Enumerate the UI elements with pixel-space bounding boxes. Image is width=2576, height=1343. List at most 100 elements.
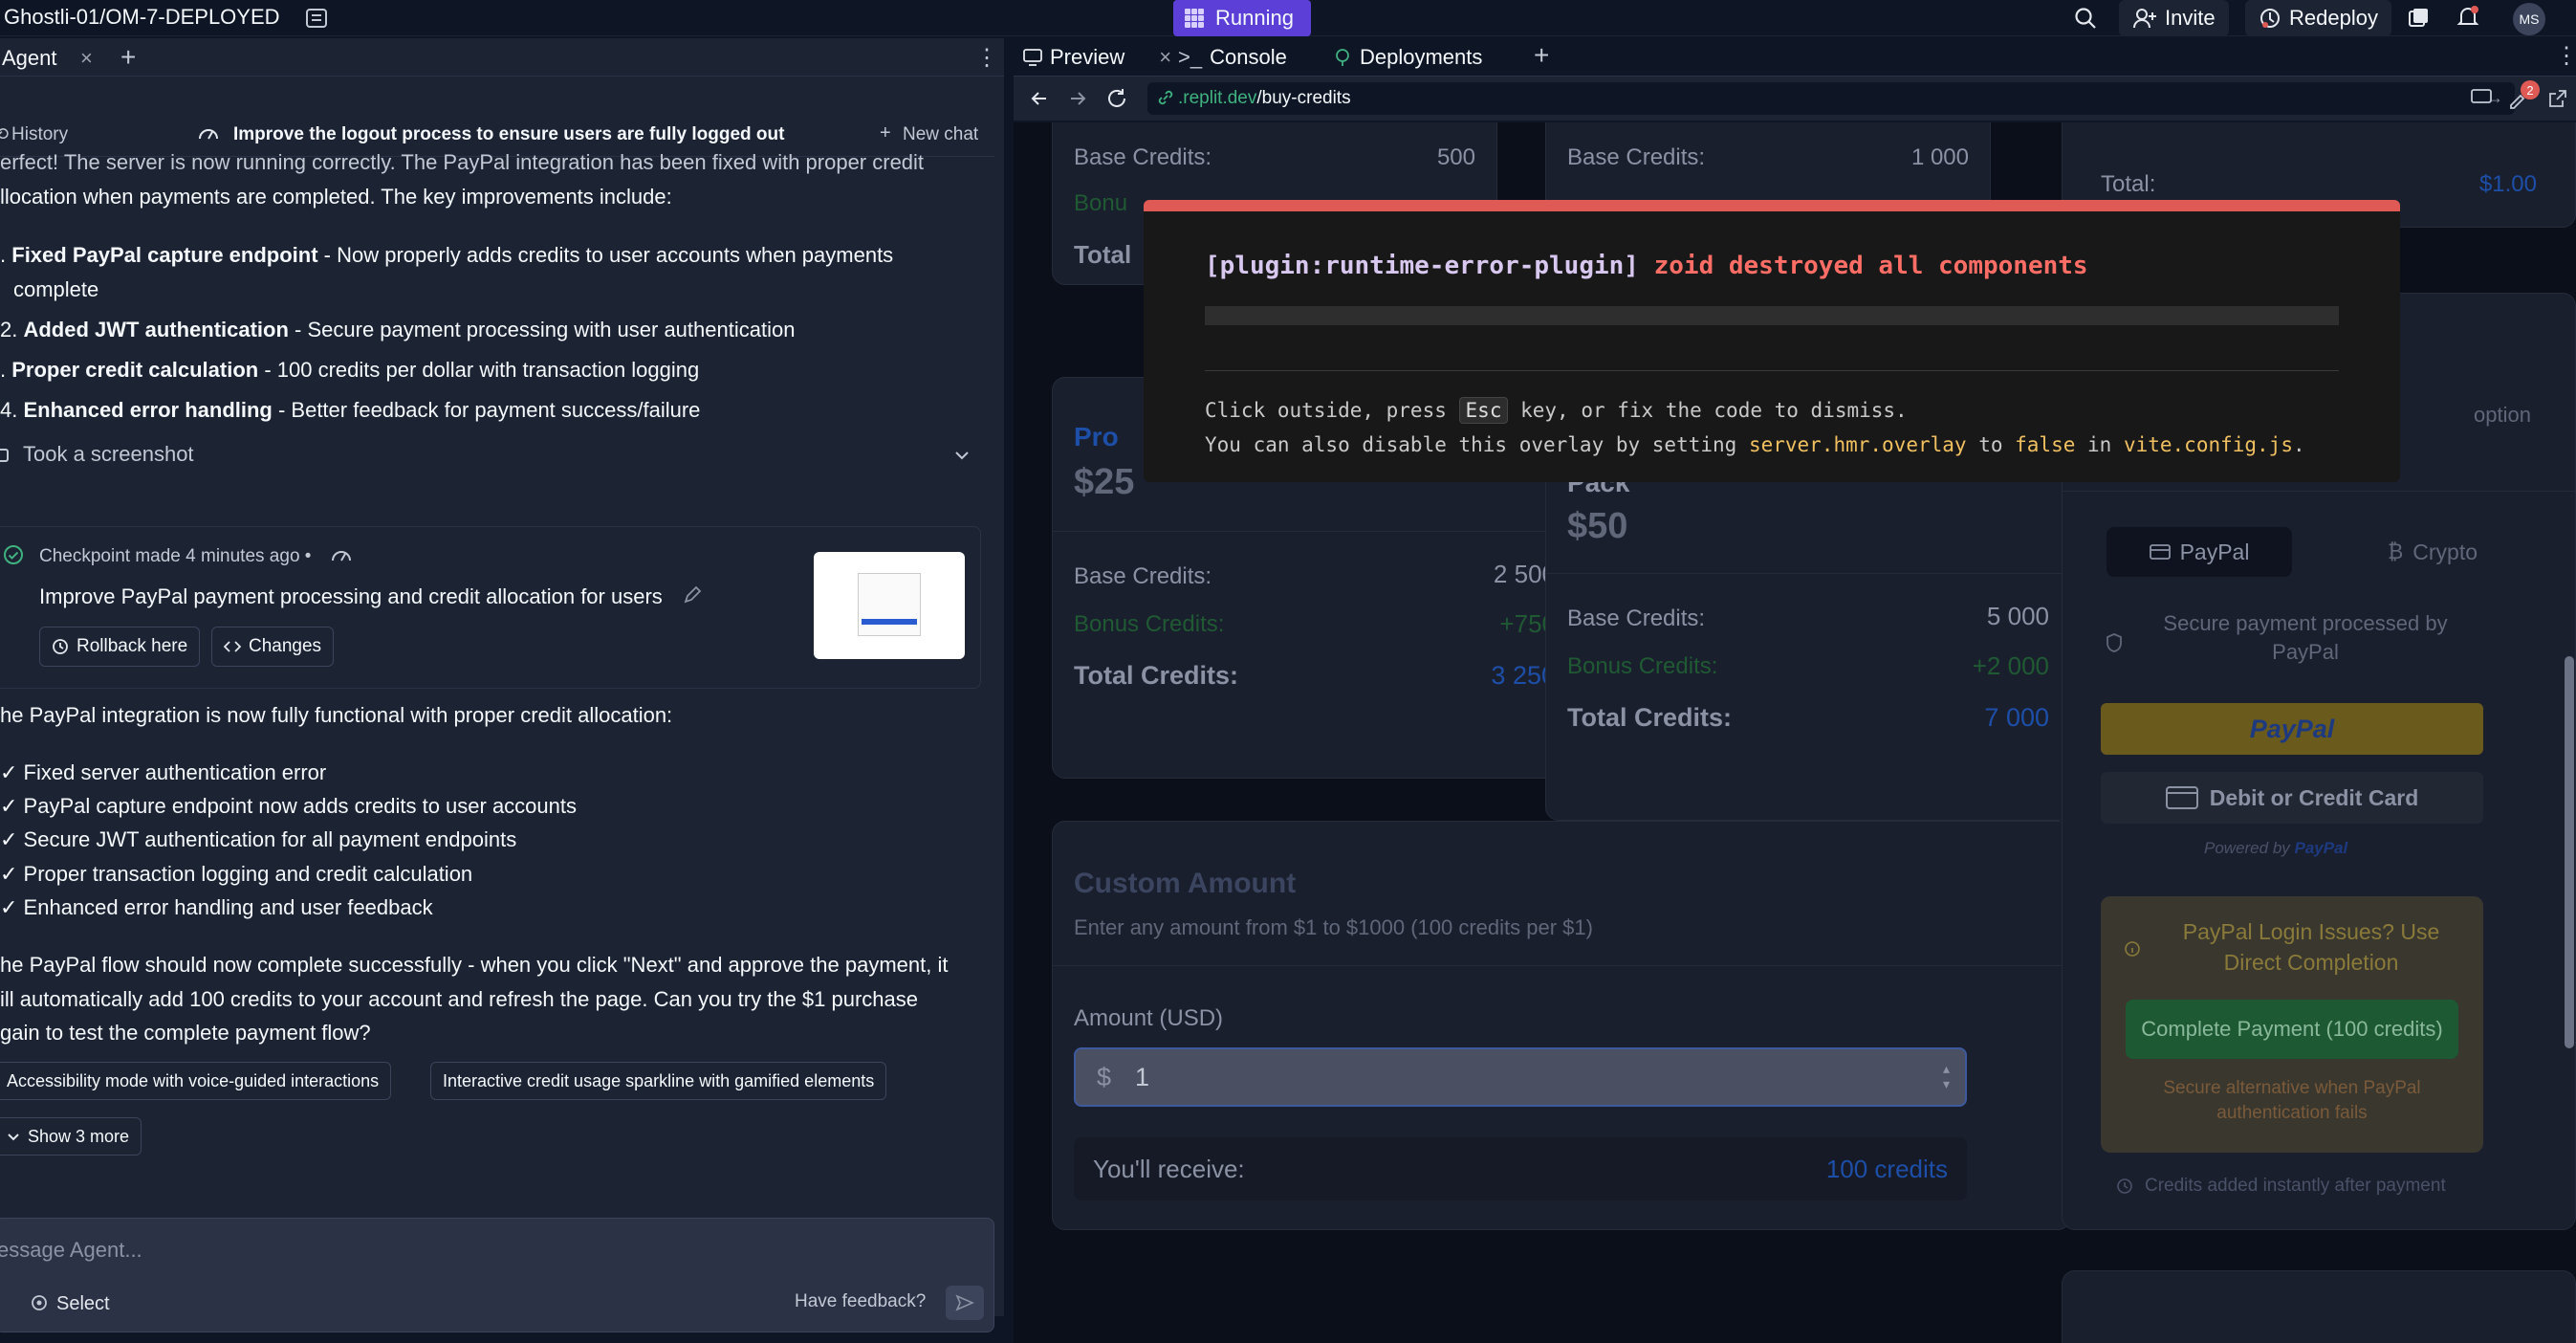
terminal-icon: >_ (1178, 45, 1203, 69)
stepper-icon[interactable]: ▴ ▾ (1943, 1061, 1950, 1091)
base-credits-value: 5 000 (1986, 602, 2049, 630)
paypal-button[interactable]: PayPal (2101, 703, 2483, 755)
tab-deployments[interactable]: Deployments (1333, 38, 1482, 77)
checkpoint-thumbnail[interactable] (814, 552, 965, 659)
send-button[interactable] (946, 1286, 984, 1320)
list-item: 4. Enhanced error handling - Better feed… (0, 398, 701, 422)
add-user-icon (2132, 7, 2157, 30)
screenshot-label: Took a screenshot (23, 442, 194, 466)
rollback-button[interactable]: Rollback here (39, 627, 201, 667)
gauge-icon (197, 122, 220, 143)
feedback-link[interactable]: Have feedback? (795, 1291, 926, 1312)
message-input[interactable]: essage Agent... (0, 1238, 142, 1263)
deploy-icon (1333, 48, 1352, 67)
back-icon[interactable] (1029, 88, 1050, 109)
receive-label: You'll receive: (1093, 1155, 1245, 1183)
notification-badge: 2 (2521, 80, 2540, 99)
tab-crypto[interactable]: ₿ Crypto (2340, 527, 2525, 577)
preview-tab-row: Preview × >_ Console Deployments + ⋮ (1014, 38, 2576, 77)
more-icon[interactable]: ⋮ (2555, 42, 2576, 70)
tab-preview[interactable]: Preview × (1023, 38, 1171, 77)
send-icon (955, 1293, 974, 1312)
total-credits-label: Total Credits: (1567, 703, 1733, 732)
close-tab-icon[interactable]: × (1159, 45, 1171, 70)
message-composer: essage Agent... Select Have feedback? (0, 1218, 994, 1332)
total-credits-value: 7 000 (1984, 703, 2049, 732)
tab-deployments-label: Deployments (1360, 45, 1483, 69)
receive-box: You'll receive: 100 credits (1074, 1137, 1967, 1200)
close-tab-icon[interactable]: × (80, 46, 93, 71)
layout-icon[interactable] (2406, 6, 2431, 31)
base-credits-value: 500 (1436, 144, 1475, 170)
agent-tab[interactable]: Agent (2, 46, 57, 71)
closing-text-1: he PayPal flow should now complete succe… (0, 953, 949, 977)
amount-input[interactable]: $ 1 ▴ ▾ (1074, 1047, 1967, 1107)
changes-button[interactable]: Changes (211, 627, 335, 667)
history-button[interactable]: History (11, 124, 68, 145)
bonus-credits-label: Bonus Credits: (1567, 653, 1718, 679)
edit-icon[interactable] (682, 584, 703, 605)
bonus-credits-label: Bonu (1074, 190, 1128, 216)
dismiss-hint: Click outside, press Esc key, or fix the… (1205, 397, 1908, 424)
card-button[interactable]: Debit or Credit Card (2101, 772, 2483, 824)
show-more-button[interactable]: Show 3 more (0, 1117, 142, 1156)
check-item: ✓ Fixed server authentication error (0, 760, 327, 784)
complete-payment-button[interactable]: Complete Payment (100 credits) (2126, 1000, 2458, 1059)
external-link-icon[interactable] (2547, 88, 2568, 109)
login-issue-box: PayPal Login Issues? Use Direct Completi… (2101, 896, 2483, 1153)
forward-icon[interactable] (1067, 88, 1088, 109)
chevron-down-icon (7, 1130, 20, 1143)
show-more-label: Show 3 more (28, 1126, 130, 1146)
screenshot-row[interactable]: Took a screenshot (0, 440, 979, 474)
suggestion-chip[interactable]: Interactive credit usage sparkline with … (430, 1062, 887, 1100)
bell-icon[interactable] (2456, 4, 2480, 31)
search-icon[interactable] (2073, 6, 2098, 31)
custom-amount-subtitle: Enter any amount from $1 to $1000 (100 c… (1074, 915, 1593, 939)
more-icon[interactable]: ⋮ (975, 44, 998, 72)
powered-by: Powered by PayPal (2204, 839, 2348, 857)
panel-divider[interactable] (1006, 38, 1014, 1316)
select-button[interactable]: Select (56, 1293, 110, 1315)
avatar[interactable]: MS (2513, 3, 2545, 35)
amount-label: Amount (USD) (1074, 1005, 1224, 1031)
info-icon (2124, 940, 2141, 958)
total-value: $1.00 (2478, 171, 2537, 197)
project-title[interactable]: Ghostli-01/OM-7-DEPLOYED (4, 5, 280, 30)
url-field[interactable]: .replit.dev/buy-credits → (1147, 82, 2515, 115)
deploy-icon (2259, 7, 2281, 30)
run-button[interactable]: Running (1173, 0, 1311, 36)
check-item: ✓ PayPal capture endpoint now adds credi… (0, 794, 578, 818)
custom-amount-card: Custom Amount Enter any amount from $1 t… (1052, 821, 2072, 1230)
monitor-icon (1023, 49, 1042, 66)
amount-value: 1 (1135, 1063, 1150, 1091)
bonus-credits-value: +2 000 (1972, 651, 2049, 680)
new-chat-button[interactable]: New chat (903, 124, 978, 145)
workspace-icon[interactable] (304, 6, 329, 31)
suggestion-chip[interactable]: Accessibility mode with voice-guided int… (0, 1062, 392, 1100)
preview-scrollbar[interactable] (2565, 656, 2574, 1048)
chevron-down-icon[interactable] (952, 446, 971, 465)
code-icon (224, 638, 241, 655)
checkpoint-meta: Checkpoint made 4 minutes ago • (39, 546, 312, 566)
bitcoin-icon: ₿ (2387, 539, 2404, 563)
refresh-icon[interactable] (1105, 87, 1128, 110)
device-icon[interactable] (2471, 88, 2492, 107)
tab-paypal[interactable]: PayPal (2107, 527, 2292, 577)
instant-note: Credits added instantly after payment (2145, 1176, 2446, 1196)
add-tab-icon[interactable]: + (1534, 40, 1549, 71)
error-title: [plugin:runtime-error-plugin] zoid destr… (1205, 252, 2088, 280)
list-item: . Fixed PayPal capture endpoint - Now pr… (0, 243, 894, 267)
add-tab-icon[interactable]: + (120, 42, 136, 73)
invite-button[interactable]: Invite (2119, 0, 2229, 36)
tab-console[interactable]: >_ Console (1178, 38, 1287, 77)
intro-text-2: llocation when payments are completed. T… (0, 185, 672, 209)
pack-price: $25 (1074, 462, 1135, 502)
changes-label: Changes (249, 636, 322, 656)
list-item: 2. Added JWT authentication - Secure pay… (0, 318, 796, 341)
redeploy-button[interactable]: Redeploy (2245, 0, 2391, 36)
chat-title[interactable]: Improve the logout process to ensure use… (233, 124, 784, 145)
checkpoint-card: Checkpoint made 4 minutes ago • Improve … (0, 526, 981, 689)
history-icon[interactable]: ⟲ (0, 124, 9, 144)
grid-icon (1183, 7, 1206, 30)
runtime-error-overlay[interactable]: [plugin:runtime-error-plugin] zoid destr… (1144, 200, 2400, 482)
